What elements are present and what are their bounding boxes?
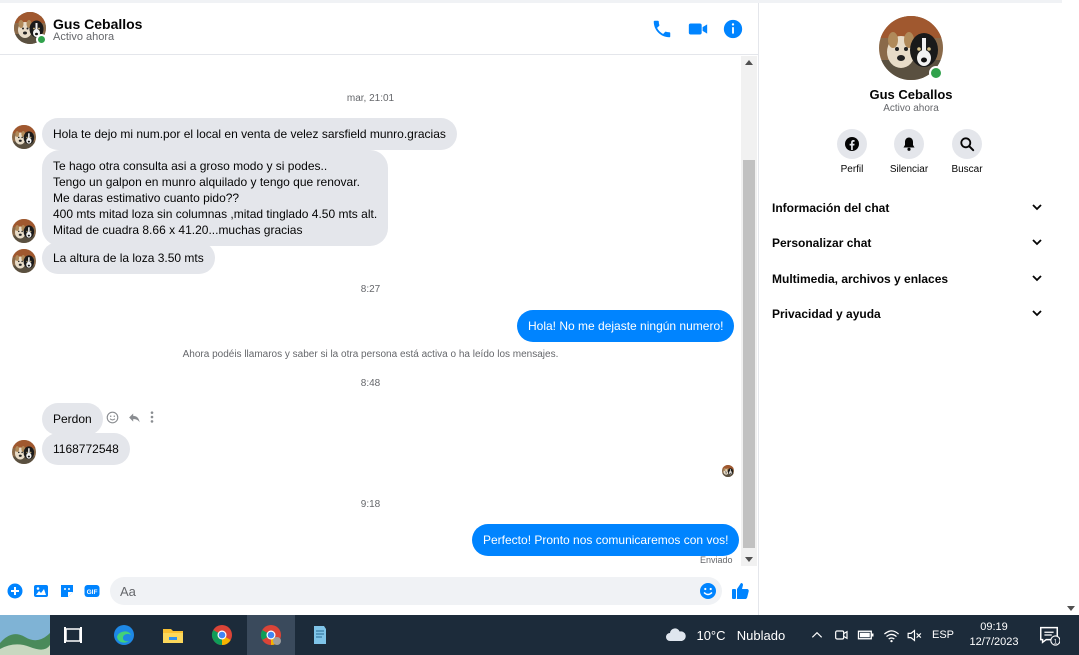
message-avatar[interactable] bbox=[12, 219, 36, 243]
like-icon[interactable] bbox=[730, 581, 750, 601]
chrome-icon[interactable] bbox=[205, 615, 239, 655]
profile-label: Perfil bbox=[840, 164, 864, 175]
message-avatar[interactable] bbox=[12, 249, 36, 273]
notification-count: 1 bbox=[1054, 638, 1058, 645]
bell-icon[interactable] bbox=[894, 129, 924, 159]
facebook-icon[interactable] bbox=[837, 129, 867, 159]
start-landscape-thumbnail[interactable] bbox=[0, 615, 50, 655]
battery-icon[interactable] bbox=[856, 615, 876, 655]
timestamp: 8:27 bbox=[360, 284, 381, 295]
cloud-icon bbox=[662, 615, 690, 655]
emoji-icon[interactable] bbox=[699, 582, 717, 600]
message-incoming[interactable]: La altura de la loza 3.50 mts bbox=[42, 242, 215, 274]
language-indicator[interactable]: ESP bbox=[928, 615, 958, 655]
sticker-icon[interactable] bbox=[59, 583, 75, 599]
section-customize-chat[interactable]: Personalizar chat bbox=[759, 225, 1063, 260]
conversation-info-panel: Gus Ceballos Activo ahora Perfil Silenci… bbox=[758, 3, 1062, 615]
scroll-down-arrow[interactable] bbox=[1067, 606, 1075, 611]
profile-action[interactable]: Perfil bbox=[822, 129, 882, 175]
messenger-window: Gus Ceballos Activo ahora mar, 21:01 Hol… bbox=[0, 0, 1079, 615]
task-view-icon[interactable] bbox=[58, 615, 88, 655]
sent-status: Enviado bbox=[700, 555, 733, 565]
profile-name: Gus Ceballos bbox=[869, 87, 953, 102]
message-avatar[interactable] bbox=[12, 125, 36, 149]
chevron-down-icon[interactable] bbox=[1031, 307, 1043, 319]
search-label: Buscar bbox=[951, 164, 983, 175]
contact-status: Activo ahora bbox=[53, 31, 115, 43]
weather-description[interactable]: Nublado bbox=[733, 615, 789, 655]
scroll-thumb[interactable] bbox=[743, 160, 755, 548]
chevron-down-icon[interactable] bbox=[1031, 201, 1043, 213]
search-action[interactable]: Buscar bbox=[937, 129, 997, 175]
message-actions bbox=[106, 410, 155, 424]
online-indicator bbox=[36, 34, 47, 45]
mute-label: Silenciar bbox=[889, 164, 929, 175]
seen-indicator-avatar bbox=[722, 465, 734, 477]
scroll-up-arrow[interactable] bbox=[745, 60, 753, 65]
meet-now-icon[interactable] bbox=[832, 615, 850, 655]
message-outgoing[interactable]: Hola! No me dejaste ningún numero! bbox=[517, 310, 735, 342]
message-incoming[interactable]: Perdon bbox=[42, 403, 103, 435]
phone-icon[interactable] bbox=[650, 17, 674, 41]
section-privacy-help[interactable]: Privacidad y ayuda bbox=[759, 296, 1063, 331]
online-indicator bbox=[929, 66, 943, 80]
gif-icon[interactable]: GIF bbox=[84, 583, 100, 599]
plus-icon[interactable] bbox=[7, 583, 23, 599]
wifi-icon[interactable] bbox=[881, 615, 901, 655]
notepad-icon[interactable] bbox=[303, 615, 337, 655]
file-explorer-icon[interactable] bbox=[156, 615, 190, 655]
message-incoming[interactable]: Te hago otra consulta asi a groso modo y… bbox=[42, 150, 389, 246]
section-label: Privacidad y ayuda bbox=[772, 306, 881, 321]
privacy-notice: Ahora podéis llamaros y saber si la otra… bbox=[182, 349, 559, 360]
emoji-react-icon[interactable] bbox=[106, 411, 119, 424]
message-input[interactable] bbox=[110, 577, 722, 605]
timestamp: 9:18 bbox=[360, 499, 381, 510]
timestamp: 8:48 bbox=[360, 378, 381, 389]
clock[interactable]: 09:19 12/7/2023 bbox=[962, 615, 1026, 655]
info-icon[interactable] bbox=[721, 17, 745, 41]
edge-icon[interactable] bbox=[108, 615, 140, 655]
video-icon[interactable] bbox=[686, 17, 710, 41]
reply-icon[interactable] bbox=[127, 411, 141, 424]
page-scrollbar[interactable] bbox=[1062, 0, 1079, 615]
message-list[interactable]: mar, 21:01 Hola te dejo mi num.por el lo… bbox=[0, 56, 741, 566]
mute-action[interactable]: Silenciar bbox=[879, 129, 939, 175]
message-incoming[interactable]: 1168772548 bbox=[42, 433, 130, 465]
weather-temperature[interactable]: 10°C bbox=[694, 615, 728, 655]
message-composer: GIF bbox=[0, 566, 758, 615]
volume-muted-icon[interactable] bbox=[904, 615, 924, 655]
clock-time: 09:19 bbox=[980, 621, 1008, 633]
chrome-profile-icon[interactable] bbox=[247, 615, 295, 655]
taskbar: 10°C Nublado ESP 09:19 12/7/2023 1 bbox=[0, 615, 1079, 655]
section-media-files-links[interactable]: Multimedia, archivos y enlaces bbox=[759, 261, 1063, 296]
timestamp: mar, 21:01 bbox=[346, 93, 395, 104]
section-label: Personalizar chat bbox=[772, 235, 872, 250]
section-label: Multimedia, archivos y enlaces bbox=[772, 271, 949, 286]
chat-scrollbar[interactable] bbox=[741, 56, 757, 566]
contact-name[interactable]: Gus Ceballos bbox=[53, 16, 142, 32]
chevron-down-icon[interactable] bbox=[1031, 236, 1043, 248]
scroll-down-arrow[interactable] bbox=[745, 557, 753, 562]
message-avatar[interactable] bbox=[12, 440, 36, 464]
notification-center-icon[interactable]: 1 bbox=[1034, 615, 1064, 655]
photo-icon[interactable] bbox=[33, 583, 49, 599]
search-icon[interactable] bbox=[952, 129, 982, 159]
message-incoming[interactable]: Hola te dejo mi num.por el local en vent… bbox=[42, 118, 457, 150]
section-chat-info[interactable]: Información del chat bbox=[759, 190, 1063, 225]
section-label: Información del chat bbox=[772, 200, 890, 215]
more-options-icon[interactable] bbox=[149, 410, 155, 424]
profile-status: Activo ahora bbox=[883, 103, 939, 114]
clock-date: 12/7/2023 bbox=[969, 636, 1019, 648]
message-outgoing[interactable]: Perfecto! Pronto nos comunicaremos con v… bbox=[472, 524, 740, 556]
chevron-down-icon[interactable] bbox=[1031, 272, 1043, 284]
svg-text:GIF: GIF bbox=[87, 589, 98, 596]
chat-header: Gus Ceballos Activo ahora bbox=[0, 3, 758, 55]
chevron-up-icon[interactable] bbox=[808, 615, 826, 655]
